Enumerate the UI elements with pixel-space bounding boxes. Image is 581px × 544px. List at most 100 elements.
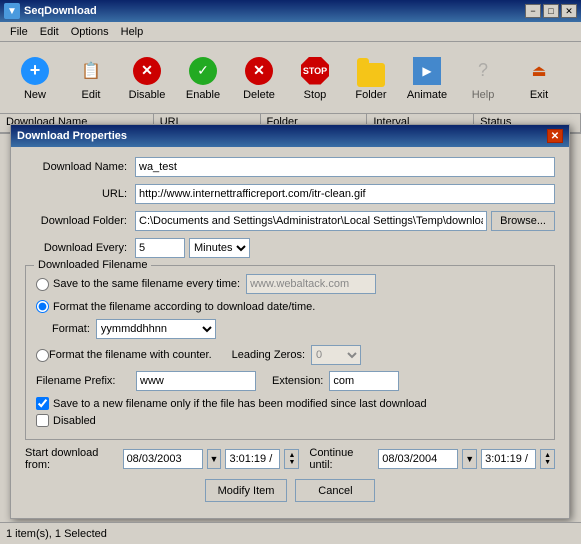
animate-icon: ▶	[411, 55, 443, 87]
checkbox2-label: Disabled	[53, 415, 96, 427]
same-filename-input[interactable]	[246, 274, 376, 294]
help-icon: ?	[467, 55, 499, 87]
radio-date-format[interactable]	[36, 300, 49, 313]
toolbar-help-button[interactable]: ? Help	[456, 47, 510, 109]
end-time-spin[interactable]: ▲▼	[540, 449, 555, 469]
new-icon: +	[19, 55, 51, 87]
menu-options[interactable]: Options	[65, 24, 115, 40]
radio-same-filename[interactable]	[36, 278, 49, 291]
toolbar-folder-button[interactable]: Folder	[344, 47, 398, 109]
delete-icon: ✕	[243, 55, 275, 87]
radio1-row: Save to the same filename every time:	[36, 274, 544, 294]
every-num-input[interactable]	[135, 238, 185, 258]
folder-icon	[355, 55, 387, 87]
ext-label: Extension:	[272, 375, 323, 387]
folder-label: Download Folder:	[25, 215, 135, 227]
url-row: URL:	[25, 184, 555, 204]
exit-label: Exit	[530, 89, 548, 101]
menu-bar: File Edit Options Help	[0, 22, 581, 42]
continue-label: Continue until:	[309, 447, 374, 471]
window-controls: − □ ✕	[525, 4, 577, 18]
format-row: Format: yymmddhhnn	[52, 319, 544, 339]
minimize-button[interactable]: −	[525, 4, 541, 18]
new-label: New	[24, 89, 46, 101]
prefix-label: Filename Prefix:	[36, 375, 136, 387]
toolbar-stop-button[interactable]: STOP Stop	[288, 47, 342, 109]
disabled-checkbox[interactable]	[36, 414, 49, 427]
radio2-row: Format the filename according to downloa…	[36, 300, 544, 313]
download-name-label: Download Name:	[25, 161, 135, 173]
maximize-button[interactable]: □	[543, 4, 559, 18]
dialog-title-bar: Download Properties ✕	[11, 125, 569, 147]
toolbar-enable-button[interactable]: ✓ Enable	[176, 47, 230, 109]
status-bar: 1 item(s), 1 Selected	[0, 522, 581, 544]
close-button[interactable]: ✕	[561, 4, 577, 18]
end-time-input[interactable]	[481, 449, 536, 469]
modified-checkbox[interactable]	[36, 397, 49, 410]
status-text: 1 item(s), 1 Selected	[6, 528, 107, 540]
toolbar-edit-button[interactable]: 📋 Edit	[64, 47, 118, 109]
toolbar-delete-button[interactable]: ✕ Delete	[232, 47, 286, 109]
app-icon: ▼	[4, 3, 20, 19]
edit-label: Edit	[82, 89, 101, 101]
stop-label: Stop	[304, 89, 327, 101]
dialog-close-button[interactable]: ✕	[547, 129, 563, 143]
enable-label: Enable	[186, 89, 220, 101]
radio-counter[interactable]	[36, 349, 49, 362]
toolbar-new-button[interactable]: + New	[8, 47, 62, 109]
download-name-input[interactable]	[135, 157, 555, 177]
start-date-input[interactable]	[123, 449, 203, 469]
checkbox1-row: Save to a new filename only if the file …	[36, 397, 544, 410]
dialog-body: Download Name: URL: Download Folder: Bro…	[11, 147, 569, 518]
help-label: Help	[472, 89, 495, 101]
cancel-button[interactable]: Cancel	[295, 479, 375, 502]
checkbox1-label: Save to a new filename only if the file …	[53, 398, 427, 410]
menu-help[interactable]: Help	[115, 24, 150, 40]
ext-input[interactable]	[329, 371, 399, 391]
animate-label: Animate	[407, 89, 447, 101]
disable-icon: ✕	[131, 55, 163, 87]
url-label: URL:	[25, 188, 135, 200]
menu-file[interactable]: File	[4, 24, 34, 40]
menu-edit[interactable]: Edit	[34, 24, 65, 40]
end-date-dropdown[interactable]: ▼	[462, 449, 477, 469]
prefix-ext-row: Filename Prefix: Extension:	[36, 371, 544, 391]
format-select[interactable]: yymmddhhnn	[96, 319, 216, 339]
checkbox2-row: Disabled	[36, 414, 544, 427]
dialog-buttons: Modify Item Cancel	[25, 479, 555, 508]
radio1-label: Save to the same filename every time:	[53, 278, 240, 290]
filename-group: Downloaded Filename Save to the same fil…	[25, 265, 555, 440]
url-input[interactable]	[135, 184, 555, 204]
radio3-label: Format the filename with counter.	[49, 349, 212, 361]
stop-icon: STOP	[299, 55, 331, 87]
every-unit-select[interactable]: Minutes Hours Days	[189, 238, 250, 258]
browse-button[interactable]: Browse...	[491, 211, 555, 231]
folder-input[interactable]	[135, 211, 487, 231]
every-label: Download Every:	[25, 242, 135, 254]
toolbar-disable-button[interactable]: ✕ Disable	[120, 47, 174, 109]
enable-icon: ✓	[187, 55, 219, 87]
exit-icon: ⏏	[523, 55, 555, 87]
folder-label: Folder	[355, 89, 386, 101]
format-label: Format:	[52, 323, 90, 335]
leading-zeros-label: Leading Zeros:	[232, 349, 305, 361]
prefix-input[interactable]	[136, 371, 256, 391]
start-label: Start download from:	[25, 447, 119, 471]
every-row: Download Every: Minutes Hours Days	[25, 238, 555, 258]
toolbar-exit-button[interactable]: ⏏ Exit	[512, 47, 566, 109]
disable-label: Disable	[129, 89, 166, 101]
end-date-input[interactable]	[378, 449, 458, 469]
leading-zeros-select[interactable]: 0	[311, 345, 361, 365]
delete-label: Delete	[243, 89, 275, 101]
modify-item-button[interactable]: Modify Item	[205, 479, 288, 502]
dialog-title-text: Download Properties	[17, 130, 127, 142]
start-time-spin[interactable]: ▲▼	[284, 449, 299, 469]
group-title: Downloaded Filename	[34, 259, 151, 271]
edit-icon: 📋	[75, 55, 107, 87]
download-name-row: Download Name:	[25, 157, 555, 177]
radio2-label: Format the filename according to downloa…	[53, 301, 315, 313]
toolbar-animate-button[interactable]: ▶ Animate	[400, 47, 454, 109]
start-date-dropdown[interactable]: ▼	[207, 449, 222, 469]
start-time-input[interactable]	[225, 449, 280, 469]
title-bar: ▼ SeqDownload − □ ✕	[0, 0, 581, 22]
